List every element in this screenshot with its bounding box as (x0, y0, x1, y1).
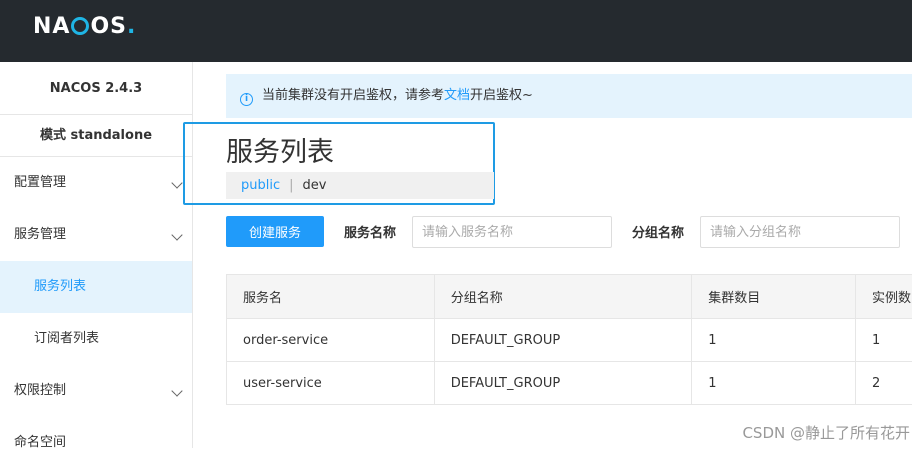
column-header-instance-count[interactable]: 实例数 (856, 275, 912, 319)
service-table: 服务名 分组名称 集群数目 实例数 order-service DEFAULT_… (226, 274, 912, 405)
cell-service-name: user-service (227, 362, 435, 405)
column-header-service-name[interactable]: 服务名 (227, 275, 435, 319)
create-service-button[interactable]: 创建服务 (226, 216, 324, 247)
sidebar-version: NACOS 2.4.3 (0, 62, 192, 115)
page-title: 服务列表 (226, 130, 334, 169)
cell-cluster-count: 1 (692, 362, 856, 405)
table-header-row: 服务名 分组名称 集群数目 实例数 (227, 275, 912, 319)
namespace-dev-link[interactable]: dev (303, 178, 327, 193)
docs-link[interactable]: 文档 (444, 88, 470, 103)
chevron-down-icon (171, 385, 182, 396)
cell-cluster-count: 1 (692, 319, 856, 362)
nacos-logo[interactable]: NAOS. (33, 14, 136, 39)
sidebar-item-label: 配置管理 (14, 175, 66, 190)
top-bar: NAOS. (0, 0, 912, 62)
watermark: CSDN @静止了所有花开 (742, 422, 910, 443)
sidebar-item-service-list[interactable]: 服务列表 (0, 261, 192, 313)
namespace-bar: public | dev (226, 172, 494, 199)
service-name-input[interactable] (412, 216, 612, 248)
sidebar-item-namespace[interactable]: 命名空间 (0, 417, 192, 469)
notice-text-after: 开启鉴权~ (470, 88, 533, 103)
cell-group-name: DEFAULT_GROUP (434, 319, 692, 362)
sidebar-item-access-control[interactable]: 权限控制 (0, 365, 192, 417)
chevron-down-icon (171, 177, 182, 188)
column-header-cluster-count[interactable]: 集群数目 (692, 275, 856, 319)
table-row[interactable]: user-service DEFAULT_GROUP 1 2 (227, 362, 912, 405)
service-name-label: 服务名称 (344, 222, 396, 241)
auth-notice: i 当前集群没有开启鉴权，请参考文档开启鉴权~ (226, 74, 912, 118)
sidebar-item-label: 服务管理 (14, 227, 66, 242)
notice-text-before: 当前集群没有开启鉴权，请参考 (262, 88, 444, 103)
cell-group-name: DEFAULT_GROUP (434, 362, 692, 405)
sidebar-item-config-management[interactable]: 配置管理 (0, 157, 192, 209)
chevron-down-icon (171, 229, 182, 240)
sidebar-item-label: 订阅者列表 (34, 331, 99, 346)
namespace-public-link[interactable]: public (241, 178, 280, 193)
sidebar-item-subscriber-list[interactable]: 订阅者列表 (0, 313, 192, 365)
info-icon: i (240, 93, 253, 106)
namespace-separator: | (289, 178, 293, 193)
group-name-label: 分组名称 (632, 222, 684, 241)
sidebar-item-label: 服务列表 (34, 279, 86, 294)
cell-instance-count: 1 (856, 319, 912, 362)
sidebar-item-service-management[interactable]: 服务管理 (0, 209, 192, 261)
cell-service-name: order-service (227, 319, 435, 362)
cell-instance-count: 2 (856, 362, 912, 405)
sidebar-mode: 模式 standalone (0, 115, 192, 157)
sidebar-item-label: 权限控制 (14, 383, 66, 398)
table-row[interactable]: order-service DEFAULT_GROUP 1 1 (227, 319, 912, 362)
sidebar: NACOS 2.4.3 模式 standalone 配置管理 服务管理 服务列表… (0, 62, 193, 448)
group-name-input[interactable] (700, 216, 900, 248)
column-header-group-name[interactable]: 分组名称 (434, 275, 692, 319)
